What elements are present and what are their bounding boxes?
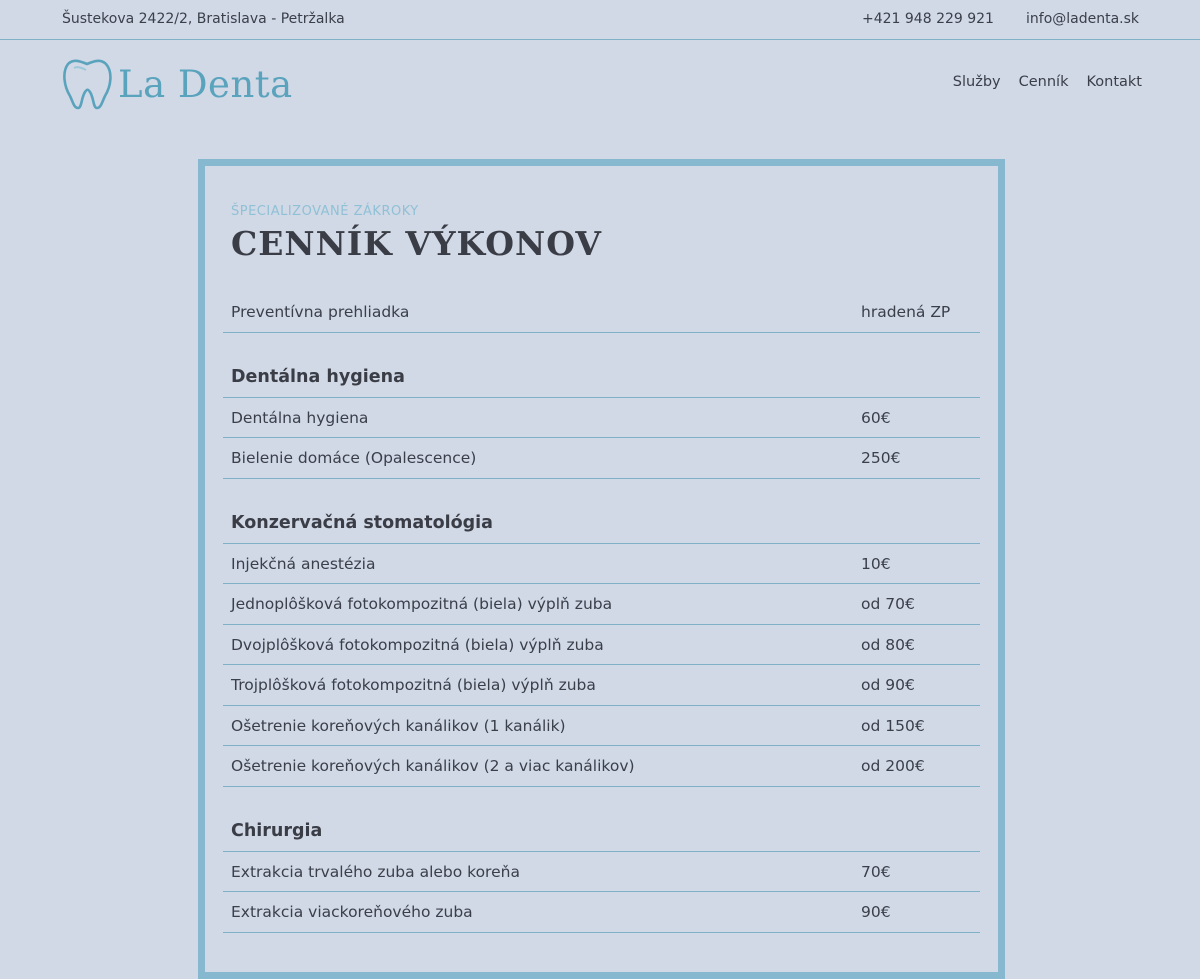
service-name: Bielenie domáce (Opalescence) [231, 449, 477, 467]
service-price: 10€ [861, 554, 891, 573]
email-link[interactable]: info@ladenta.sk [1026, 11, 1139, 27]
service-name: Extrakcia viackoreňového zuba [231, 903, 473, 921]
price-row: Extrakcia viackoreňového zuba 90€ [223, 892, 980, 933]
section-heading: Chirurgia [223, 787, 980, 852]
service-name: Extrakcia trvalého zuba alebo koreňa [231, 862, 520, 881]
service-price: 90€ [861, 903, 891, 921]
section-heading: Dentálna hygiena [223, 333, 980, 398]
site-logo[interactable]: La Denta [60, 56, 293, 112]
service-name: Trojplôšková fotokompozitná (biela) výpl… [231, 676, 596, 694]
page-title: CENNÍK VÝKONOV [231, 224, 602, 263]
price-row: Ošetrenie koreňových kanálikov (1 kanáli… [223, 706, 980, 746]
section-title: Konzervačná stomatológia [231, 512, 493, 533]
section-title: Dentálna hygiena [231, 366, 405, 387]
price-row: Injekčná anestézia 10€ [223, 544, 980, 584]
section-title: Chirurgia [231, 820, 323, 841]
price-row: Bielenie domáce (Opalescence) 250€ [223, 438, 980, 479]
service-name: Injekčná anestézia [231, 554, 376, 573]
nav-contact[interactable]: Kontakt [1086, 74, 1142, 90]
service-price: hradená ZP [861, 303, 951, 321]
nav-pricing[interactable]: Cenník [1019, 74, 1069, 90]
service-price: 60€ [861, 408, 891, 427]
service-price: od 70€ [861, 595, 915, 613]
price-row: Preventívna prehliadka hradená ZP [223, 292, 980, 333]
phone-link[interactable]: +421 948 229 921 [862, 11, 994, 27]
service-price: od 90€ [861, 676, 915, 694]
nav-services[interactable]: Služby [953, 74, 1001, 90]
main-nav: Služby Cenník Kontakt [953, 74, 1142, 90]
tooth-icon [63, 59, 112, 110]
address-text: Šustekova 2422/2, Bratislava - Petržalka [62, 11, 345, 27]
top-info-bar: Šustekova 2422/2, Bratislava - Petržalka… [0, 0, 1200, 40]
price-row: Dentálna hygiena 60€ [223, 398, 980, 438]
price-row: Extrakcia trvalého zuba alebo koreňa 70€ [223, 852, 980, 892]
service-price: 250€ [861, 449, 901, 467]
price-row: Dvojplôšková fotokompozitná (biela) výpl… [223, 625, 980, 665]
price-row: Ošetrenie koreňových kanálikov (2 a viac… [223, 746, 980, 787]
service-price: od 200€ [861, 757, 925, 775]
service-name: Jednoplôšková fotokompozitná (biela) výp… [231, 595, 613, 613]
logo-text: La Denta [118, 62, 293, 106]
section-eyebrow: ŠPECIALIZOVANÉ ZÁKROKY [231, 204, 419, 219]
section-heading: Konzervačná stomatológia [223, 479, 980, 544]
service-price: od 150€ [861, 716, 925, 735]
service-name: Ošetrenie koreňových kanálikov (1 kanáli… [231, 716, 566, 735]
price-row: Jednoplôšková fotokompozitná (biela) výp… [223, 584, 980, 625]
service-price: 70€ [861, 862, 891, 881]
service-name: Ošetrenie koreňových kanálikov (2 a viac… [231, 757, 635, 775]
price-list: Preventívna prehliadka hradená ZP Dentál… [223, 292, 980, 933]
service-name: Dvojplôšková fotokompozitná (biela) výpl… [231, 635, 604, 654]
service-name: Preventívna prehliadka [231, 303, 410, 321]
price-row: Trojplôšková fotokompozitná (biela) výpl… [223, 665, 980, 706]
service-name: Dentálna hygiena [231, 408, 369, 427]
pricelist-card: ŠPECIALIZOVANÉ ZÁKROKY CENNÍK VÝKONOV Pr… [198, 159, 1005, 979]
service-price: od 80€ [861, 635, 915, 654]
